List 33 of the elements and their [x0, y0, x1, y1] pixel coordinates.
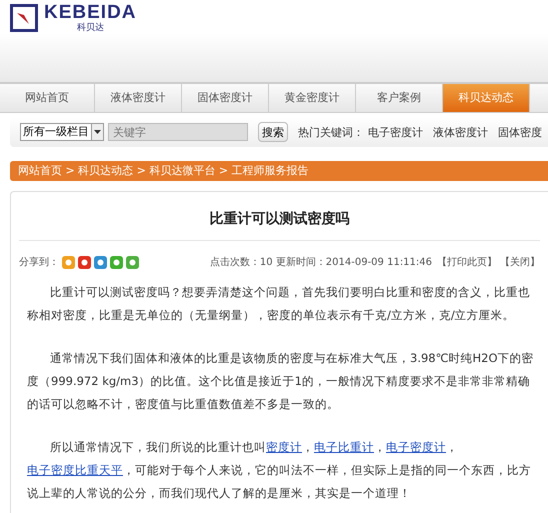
product-link[interactable]: 电子密度比重天平 — [27, 463, 123, 477]
nav-tab[interactable]: 固体密度计 — [182, 84, 269, 112]
caret-icon — [91, 124, 103, 140]
hot-keywords-label: 热门关键词： — [298, 124, 364, 140]
logo-icon — [10, 4, 38, 32]
logo-name: KEBEIDA — [44, 3, 137, 23]
product-link[interactable]: 电子比重计 — [314, 440, 374, 454]
article-title: 比重计可以测试密度吗 — [208, 210, 350, 229]
article-paragraph: 比重计可以测试密度吗？想要弄清楚这个问题，首先我们要明白比重和密度的含义，比重也称相对密度，比重是无单位的（无量纲量），密度的单位表示有千克/立方米，克/立方厘米。 — [26, 284, 531, 324]
product-link[interactable]: 密度计 — [266, 440, 302, 454]
hot-keyword-link[interactable]: 固体密度 — [498, 124, 542, 140]
article-paragraph: 所以通常情况下，我们所说的比重计也叫 密度计，电子比重计，电子密度计， 电子密度比重天平，可能对于每个人来说，它的叫法不一样，但实际上是指的同一个东西，比方说上辈的人常说的公分，而我们现代人了解的是厘米，其实是一个道理！ — [26, 439, 532, 502]
article-paragraph: 通常情况下我们固体和液体的比重是该物质的密度与在标准大气压，3.98℃时纯H2O下的密度（999.972 kg/m3）的比值。这个比值是接近于1的，一般情况下精度要求不是非常非常精确的话可以忽略不计，密度值与比重值数值差不多是一致的。 — [26, 350, 535, 413]
category-select[interactable]: 所有一级栏目 — [20, 123, 104, 141]
article-action-link[interactable]: 【关闭】 — [500, 255, 540, 269]
hot-keyword-link[interactable]: 电子密度计 — [368, 124, 423, 140]
share-icon[interactable] — [78, 256, 91, 268]
search-button[interactable]: 搜索 — [258, 122, 288, 142]
article-action-link[interactable]: 【打印此页】 — [437, 255, 497, 269]
breadcrumb: 网站首页 > 科贝达动态 > 科贝达微平台 > 工程师服务报告 — [10, 161, 548, 181]
share-icon[interactable] — [94, 256, 107, 268]
nav-tab[interactable]: 液体密度计 — [95, 84, 182, 112]
nav-tab[interactable]: 黄金密度计 — [269, 84, 356, 112]
product-link[interactable]: 电子密度计 — [386, 440, 446, 454]
article-meta: 点击次数：10 更新时间：2014-09-09 11:11:46 — [210, 256, 432, 269]
share-icon[interactable] — [62, 256, 75, 268]
logo-subtitle: 科贝达 — [76, 23, 104, 33]
share-label: 分享到： — [19, 256, 59, 269]
hot-keyword-link[interactable]: 液体密度计 — [433, 124, 488, 140]
share-icon[interactable] — [126, 256, 139, 268]
share-icon[interactable] — [110, 256, 123, 268]
nav-tab[interactable]: 网站首页 — [0, 84, 95, 112]
search-field[interactable]: 关键字 — [108, 123, 248, 141]
